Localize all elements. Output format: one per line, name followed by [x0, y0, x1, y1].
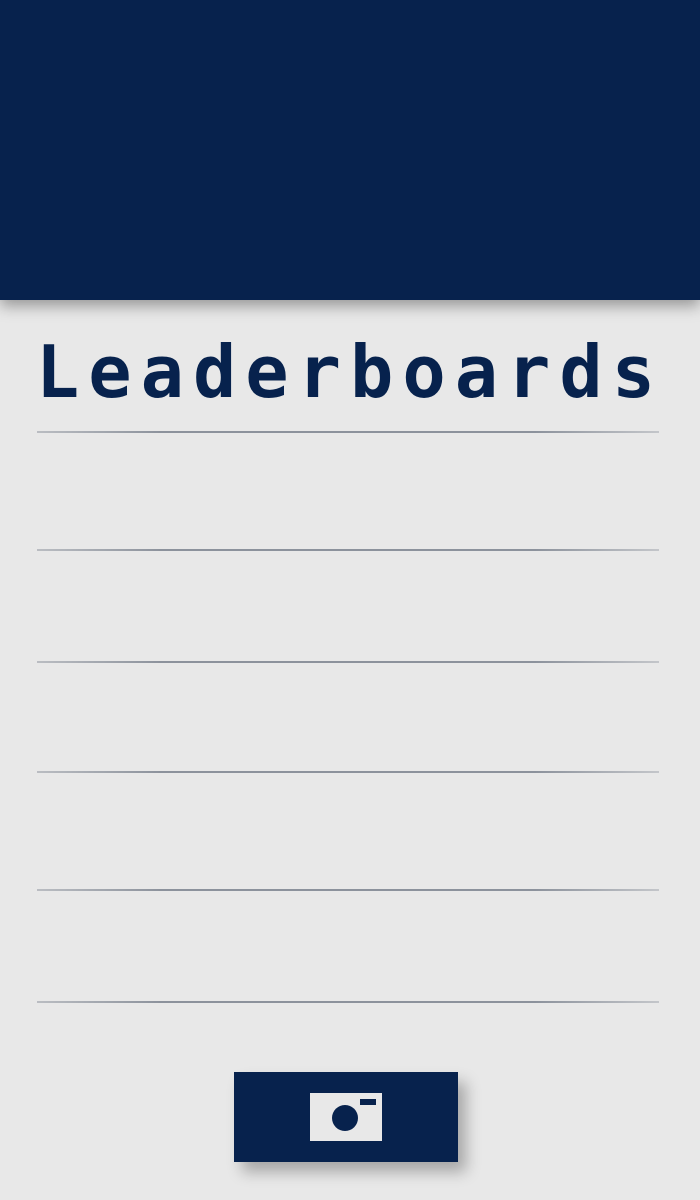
leaderboard-row: [37, 663, 659, 771]
leaderboard-row: [37, 891, 659, 1001]
camera-button[interactable]: [234, 1072, 458, 1162]
leaderboard-row: [37, 773, 659, 889]
page-title: Leaderboards: [35, 330, 665, 414]
leaderboard-row: [37, 551, 659, 661]
leaderboard-row: [37, 433, 659, 549]
divider: [37, 1001, 659, 1003]
camera-icon: [310, 1093, 382, 1141]
header-banner: [0, 0, 700, 300]
